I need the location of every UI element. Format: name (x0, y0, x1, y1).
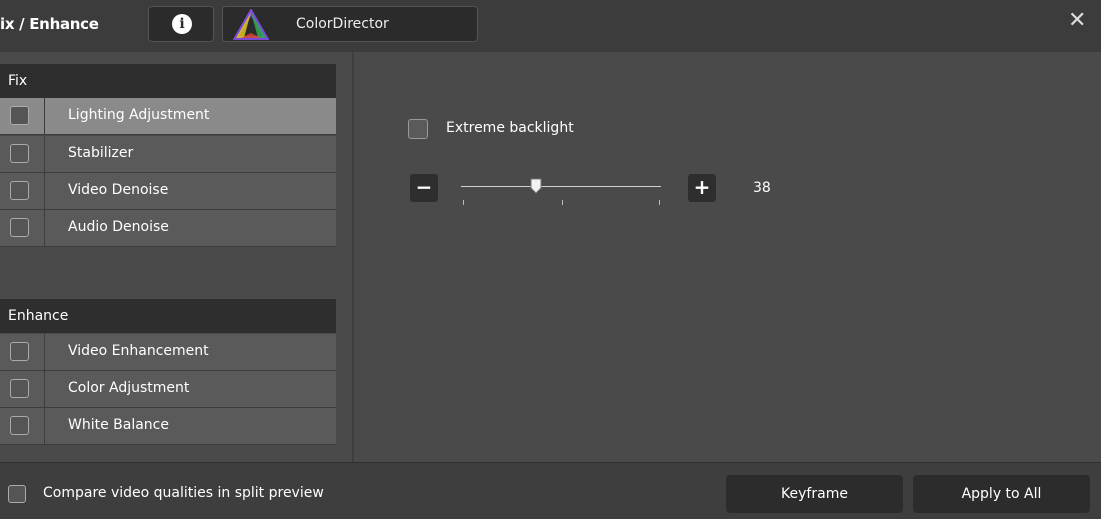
list-item-label: White Balance (68, 417, 169, 433)
compare-label: Compare video qualities in split preview (43, 485, 324, 501)
list-item-video-enhancement[interactable]: Video Enhancement (0, 334, 336, 371)
video-enhancement-checkbox[interactable] (10, 342, 29, 361)
white-balance-checkbox[interactable] (10, 416, 29, 435)
row-divider (44, 334, 45, 370)
close-icon[interactable]: ✕ (1068, 9, 1086, 33)
list-item-label: Lighting Adjustment (68, 107, 210, 123)
lighting-adjustment-checkbox[interactable] (10, 106, 29, 125)
stabilizer-checkbox[interactable] (10, 144, 29, 163)
row-divider (44, 371, 45, 407)
list-item-stabilizer[interactable]: Stabilizer (0, 136, 336, 173)
video-denoise-checkbox[interactable] (10, 181, 29, 200)
list-item-lighting-adjustment[interactable]: Lighting Adjustment (0, 98, 336, 135)
list-item-color-adjustment[interactable]: Color Adjustment (0, 371, 336, 408)
info-button[interactable]: i (148, 6, 214, 42)
color-adjustment-checkbox[interactable] (10, 379, 29, 398)
apply-to-all-button[interactable]: Apply to All (913, 475, 1090, 513)
keyframe-button[interactable]: Keyframe (726, 475, 903, 513)
fix-section-header: Fix (0, 64, 336, 98)
slider-value: 38 (753, 180, 771, 196)
list-item-label: Video Denoise (68, 182, 169, 198)
top-bar: ix / Enhance i ColorDirector ✕ (0, 0, 1101, 52)
list-item-white-balance[interactable]: White Balance (0, 408, 336, 445)
decrease-button[interactable]: − (410, 174, 438, 202)
list-item-label: Video Enhancement (68, 343, 209, 359)
slider-tick (463, 200, 464, 205)
list-item-video-denoise[interactable]: Video Denoise (0, 173, 336, 210)
row-divider (44, 173, 45, 209)
colordirector-button[interactable]: ColorDirector (222, 6, 478, 42)
page-title: ix / Enhance (0, 15, 99, 33)
list-item-label: Stabilizer (68, 145, 134, 161)
row-divider (44, 136, 45, 172)
extreme-backlight-checkbox[interactable] (408, 119, 428, 139)
list-item-audio-denoise[interactable]: Audio Denoise (0, 210, 336, 247)
info-icon: i (172, 14, 192, 34)
slider-track[interactable] (461, 186, 661, 187)
increase-button[interactable]: + (688, 174, 716, 202)
row-divider (44, 210, 45, 246)
slider-tick (562, 200, 563, 205)
colordirector-label: ColorDirector (296, 16, 389, 32)
list-item-label: Audio Denoise (68, 219, 169, 235)
extreme-backlight-label: Extreme backlight (446, 120, 574, 136)
colordirector-logo-icon (233, 9, 269, 40)
row-divider (44, 408, 45, 444)
enhance-section-header: Enhance (0, 299, 336, 333)
audio-denoise-checkbox[interactable] (10, 218, 29, 237)
slider-tick (659, 200, 660, 205)
list-item-label: Color Adjustment (68, 380, 190, 396)
compare-checkbox[interactable] (8, 485, 26, 503)
slider-thumb[interactable] (530, 178, 542, 194)
row-divider (44, 98, 45, 134)
lighting-settings-panel (354, 52, 1101, 462)
